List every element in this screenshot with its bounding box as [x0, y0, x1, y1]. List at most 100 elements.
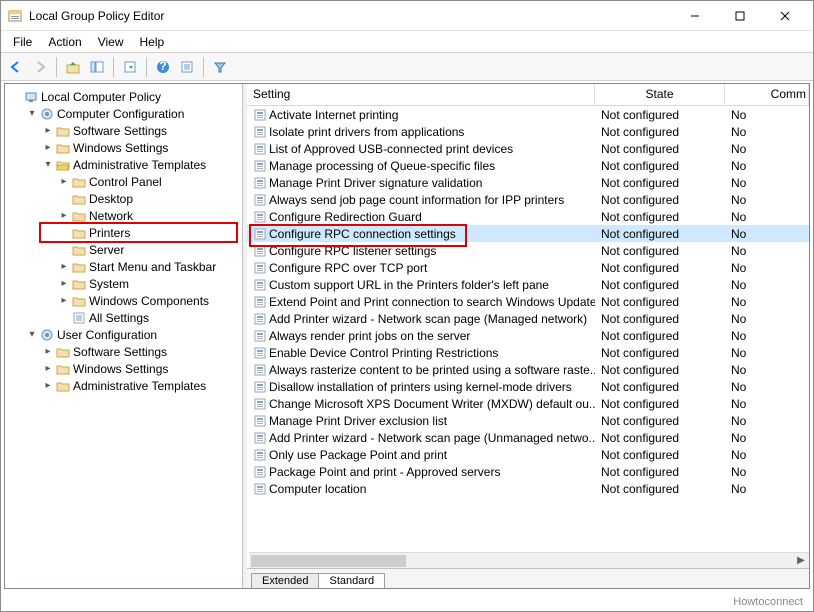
list-row[interactable]: Custom support URL in the Printers folde…	[247, 276, 809, 293]
tree-item-winset[interactable]: ▸Windows Settings	[5, 139, 242, 156]
list-row[interactable]: Add Printer wizard - Network scan page (…	[247, 310, 809, 327]
u_winset-icon	[55, 363, 71, 375]
list-row[interactable]: Manage Print Driver signature validation…	[247, 174, 809, 191]
setting-comment: No	[725, 448, 809, 462]
list-row[interactable]: Manage Print Driver exclusion listNot co…	[247, 412, 809, 429]
list-row[interactable]: Configure RPC connection settingsNot con…	[247, 225, 809, 242]
tree-item-compcfg[interactable]: ▾Computer Configuration	[5, 105, 242, 122]
tree-item-allset[interactable]: All Settings	[5, 309, 242, 326]
tree-item-server[interactable]: Server	[5, 241, 242, 258]
tree-item-u_softset[interactable]: ▸Software Settings	[5, 343, 242, 360]
menu-file[interactable]: File	[5, 33, 40, 51]
expand-icon[interactable]: ▸	[57, 261, 71, 272]
tree-item-wincomp[interactable]: ▸Windows Components	[5, 292, 242, 309]
setting-name: List of Approved USB-connected print dev…	[269, 142, 513, 156]
list-row[interactable]: Configure Redirection GuardNot configure…	[247, 208, 809, 225]
setting-state: Not configured	[595, 380, 725, 394]
filter-button[interactable]	[209, 56, 231, 78]
maximize-button[interactable]	[717, 1, 762, 30]
expand-icon[interactable]: ▸	[41, 380, 55, 391]
up-button[interactable]	[62, 56, 84, 78]
tree-item-softset[interactable]: ▸Software Settings	[5, 122, 242, 139]
expand-icon[interactable]: ▸	[41, 125, 55, 136]
expand-icon[interactable]: ▸	[57, 210, 71, 221]
setting-icon	[253, 227, 267, 241]
h-scrollbar[interactable]	[249, 552, 793, 568]
tree-item-usercfg[interactable]: ▾User Configuration	[5, 326, 242, 343]
setting-comment: No	[725, 295, 809, 309]
column-setting[interactable]: Setting	[247, 84, 595, 105]
tree-item-u_winset[interactable]: ▸Windows Settings	[5, 360, 242, 377]
list-row[interactable]: Disallow installation of printers using …	[247, 378, 809, 395]
expand-icon[interactable]: ▸	[57, 176, 71, 187]
tree-item-printers[interactable]: Printers	[5, 224, 242, 241]
watermark: Howtoconnect	[733, 596, 803, 608]
list-row[interactable]: Only use Package Point and printNot conf…	[247, 446, 809, 463]
tree-item-startmenu[interactable]: ▸Start Menu and Taskbar	[5, 258, 242, 275]
list-row[interactable]: Package Point and print - Approved serve…	[247, 463, 809, 480]
column-comment[interactable]: Comm	[725, 84, 809, 105]
tree-item-network[interactable]: ▸Network	[5, 207, 242, 224]
u_admtmpl-icon	[55, 380, 71, 392]
expand-icon[interactable]: ▾	[25, 108, 39, 119]
scroll-right-arrow[interactable]: ▶	[793, 552, 809, 568]
expand-icon[interactable]: ▸	[41, 363, 55, 374]
expand-icon[interactable]: ▾	[25, 329, 39, 340]
list-row[interactable]: Configure RPC over TCP port Not configure…	[247, 259, 809, 276]
list-body[interactable]: Activate Internet printingNot configured…	[247, 106, 809, 568]
tree-item-system[interactable]: ▸System	[5, 275, 242, 292]
setting-state: Not configured	[595, 193, 725, 207]
setting-icon	[253, 346, 267, 360]
minimize-button[interactable]	[672, 1, 717, 30]
scroll-thumb[interactable]	[251, 555, 406, 567]
list-row[interactable]: Always send job page count information f…	[247, 191, 809, 208]
list-row[interactable]: Add Printer wizard - Network scan page (…	[247, 429, 809, 446]
list-row[interactable]: Always rasterize content to be printed u…	[247, 361, 809, 378]
list-row[interactable]: Isolate print drivers from applicationsN…	[247, 123, 809, 140]
setting-name: Package Point and print - Approved serve…	[269, 465, 500, 479]
list-row[interactable]: Change Microsoft XPS Document Writer (MX…	[247, 395, 809, 412]
list-row[interactable]: Configure RPC listener settingsNot confi…	[247, 242, 809, 259]
list-row[interactable]: Enable Device Control Printing Restricti…	[247, 344, 809, 361]
tree-item-admtmpl[interactable]: ▾Administrative Templates	[5, 156, 242, 173]
list-row[interactable]: Extend Point and Print connection to sea…	[247, 293, 809, 310]
startmenu-icon	[71, 261, 87, 273]
expand-icon[interactable]: ▸	[41, 142, 55, 153]
back-button[interactable]	[5, 56, 27, 78]
menu-view[interactable]: View	[90, 33, 132, 51]
wincomp-icon	[71, 295, 87, 307]
allset-icon	[71, 312, 87, 324]
setting-icon	[253, 193, 267, 207]
menu-help[interactable]: Help	[132, 33, 173, 51]
close-button[interactable]	[762, 1, 807, 30]
setting-icon	[253, 482, 267, 496]
expand-icon[interactable]: ▾	[41, 159, 55, 170]
show-hide-tree-button[interactable]	[86, 56, 108, 78]
tree-item-u_admtmpl[interactable]: ▸Administrative Templates	[5, 377, 242, 394]
setting-name: Configure RPC over TCP port	[269, 261, 427, 275]
tree-item-root[interactable]: Local Computer Policy	[5, 88, 242, 105]
softset-icon	[55, 125, 71, 137]
expand-icon[interactable]: ▸	[57, 295, 71, 306]
list-row[interactable]: Activate Internet printingNot configured…	[247, 106, 809, 123]
help-button[interactable]: ?	[152, 56, 174, 78]
tree-item-cp[interactable]: ▸Control Panel	[5, 173, 242, 190]
forward-button[interactable]	[29, 56, 51, 78]
tab-extended[interactable]: Extended	[251, 573, 319, 588]
setting-comment: No	[725, 380, 809, 394]
list-row[interactable]: Computer locationNot configuredNo	[247, 480, 809, 497]
list-row[interactable]: Always render print jobs on the serverNo…	[247, 327, 809, 344]
list-row[interactable]: Manage processing of Queue-specific file…	[247, 157, 809, 174]
tree-pane[interactable]: Local Computer Policy▾Computer Configura…	[5, 84, 243, 588]
list-row[interactable]: List of Approved USB-connected print dev…	[247, 140, 809, 157]
tree-item-desktop[interactable]: Desktop	[5, 190, 242, 207]
export-list-button[interactable]	[119, 56, 141, 78]
tab-standard[interactable]: Standard	[318, 573, 385, 588]
expand-icon[interactable]: ▸	[41, 346, 55, 357]
setting-name: Only use Package Point and print	[269, 448, 447, 462]
expand-icon[interactable]: ▸	[57, 278, 71, 289]
menu-action[interactable]: Action	[40, 33, 89, 51]
setting-state: Not configured	[595, 261, 725, 275]
properties-button[interactable]	[176, 56, 198, 78]
column-state[interactable]: State	[595, 84, 725, 105]
